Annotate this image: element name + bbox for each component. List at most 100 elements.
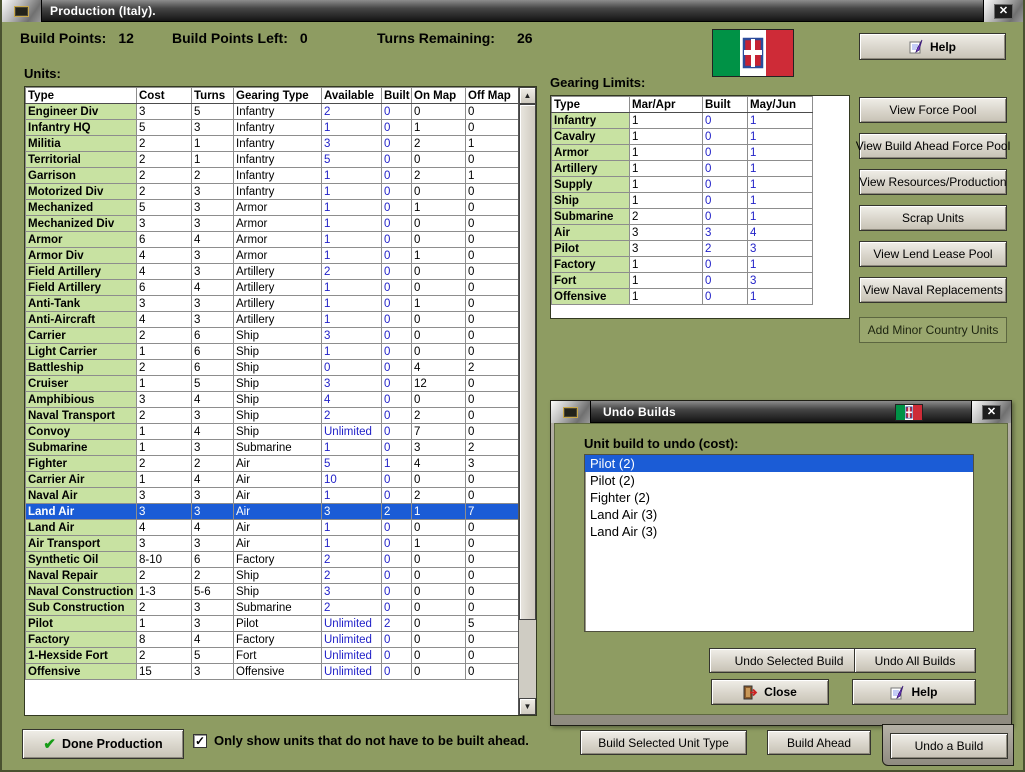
row-type-cell[interactable]: Cruiser: [25, 375, 137, 392]
row-value-cell[interactable]: 0: [465, 647, 519, 664]
undo-list-item[interactable]: Fighter (2): [585, 489, 973, 506]
row-type-cell[interactable]: Sub Construction: [25, 599, 137, 616]
table-row[interactable]: Fighter 2 2 Air 5 1 4 3: [25, 455, 519, 472]
row-value-cell[interactable]: 1: [411, 535, 466, 552]
row-value-cell[interactable]: 0: [411, 471, 466, 488]
row-value-cell[interactable]: 0: [702, 176, 748, 193]
row-value-cell[interactable]: 1: [629, 112, 703, 129]
row-value-cell[interactable]: 1: [629, 176, 703, 193]
row-value-cell[interactable]: 6: [191, 359, 234, 376]
row-value-cell[interactable]: Unlimited: [321, 647, 382, 664]
row-value-cell[interactable]: 2: [411, 487, 466, 504]
row-value-cell[interactable]: 2: [191, 455, 234, 472]
row-value-cell[interactable]: 2: [411, 135, 466, 152]
row-value-cell[interactable]: 2: [136, 151, 192, 168]
row-value-cell[interactable]: 1: [136, 375, 192, 392]
row-value-cell[interactable]: 0: [465, 327, 519, 344]
row-value-cell[interactable]: 0: [411, 215, 466, 232]
row-value-cell[interactable]: 0: [381, 423, 412, 440]
row-value-cell[interactable]: 0: [381, 391, 412, 408]
row-value-cell[interactable]: 2: [136, 135, 192, 152]
row-value-cell[interactable]: 0: [411, 327, 466, 344]
side-button-view-build-ahead-force-pool[interactable]: View Build Ahead Force Pool: [856, 133, 1010, 159]
row-value-cell[interactable]: 4: [191, 279, 234, 296]
row-value-cell[interactable]: 0: [465, 343, 519, 360]
row-value-cell[interactable]: 0: [381, 647, 412, 664]
dialog-menu-corner[interactable]: [551, 401, 591, 423]
row-value-cell[interactable]: 3: [191, 295, 234, 312]
table-row[interactable]: Factory 8 4 Factory Unlimited 0 0 0: [25, 631, 519, 648]
row-value-cell[interactable]: 1: [321, 199, 382, 216]
row-value-cell[interactable]: 3: [136, 295, 192, 312]
row-value-cell[interactable]: 0: [381, 119, 412, 136]
table-row[interactable]: Factory 1 0 1: [551, 256, 813, 273]
row-value-cell[interactable]: Ship: [233, 567, 322, 584]
row-value-cell[interactable]: 0: [381, 439, 412, 456]
row-value-cell[interactable]: 1: [747, 144, 813, 161]
row-value-cell[interactable]: Armor: [233, 231, 322, 248]
row-type-cell[interactable]: Naval Construction: [25, 583, 137, 600]
row-value-cell[interactable]: 0: [321, 359, 382, 376]
row-value-cell[interactable]: 1: [629, 160, 703, 177]
row-value-cell[interactable]: 2: [136, 183, 192, 200]
row-type-cell[interactable]: Pilot: [25, 615, 137, 632]
row-value-cell[interactable]: 0: [465, 295, 519, 312]
row-value-cell[interactable]: 0: [411, 183, 466, 200]
row-value-cell[interactable]: 0: [381, 231, 412, 248]
table-row[interactable]: Submarine 2 0 1: [551, 208, 813, 225]
row-value-cell[interactable]: 0: [381, 567, 412, 584]
row-value-cell[interactable]: 7: [411, 423, 466, 440]
row-value-cell[interactable]: 4: [136, 263, 192, 280]
row-value-cell[interactable]: 2: [411, 167, 466, 184]
row-value-cell[interactable]: 4: [747, 224, 813, 241]
table-row[interactable]: Carrier Air 1 4 Air 10 0 0 0: [25, 471, 519, 488]
row-value-cell[interactable]: 0: [411, 103, 466, 120]
table-row[interactable]: Mechanized 5 3 Armor 1 0 1 0: [25, 199, 519, 216]
row-value-cell[interactable]: 0: [702, 160, 748, 177]
row-value-cell[interactable]: 2: [381, 615, 412, 632]
row-value-cell[interactable]: 2: [702, 240, 748, 257]
row-value-cell[interactable]: 3: [136, 391, 192, 408]
table-row[interactable]: Supply 1 0 1: [551, 176, 813, 193]
row-value-cell[interactable]: 4: [191, 519, 234, 536]
units-scrollbar[interactable]: ▲ ▼: [518, 87, 536, 715]
undo-list-item[interactable]: Pilot (2): [585, 472, 973, 489]
row-value-cell[interactable]: 3: [321, 327, 382, 344]
table-row[interactable]: Artillery 1 0 1: [551, 160, 813, 177]
row-value-cell[interactable]: 1: [191, 151, 234, 168]
side-button-view-force-pool[interactable]: View Force Pool: [859, 97, 1007, 123]
side-button-view-naval-replacements[interactable]: View Naval Replacements: [859, 277, 1007, 303]
row-value-cell[interactable]: 0: [702, 128, 748, 145]
row-value-cell[interactable]: 2: [321, 103, 382, 120]
undo-a-build-button[interactable]: Undo a Build: [890, 733, 1008, 759]
row-type-cell[interactable]: Convoy: [25, 423, 137, 440]
row-value-cell[interactable]: 1: [747, 192, 813, 209]
row-type-cell[interactable]: Artillery: [551, 160, 630, 177]
row-value-cell[interactable]: 3: [321, 503, 382, 520]
row-value-cell[interactable]: 0: [465, 215, 519, 232]
row-type-cell[interactable]: Carrier: [25, 327, 137, 344]
row-value-cell[interactable]: 6: [136, 279, 192, 296]
row-value-cell[interactable]: 0: [465, 663, 519, 680]
row-value-cell[interactable]: Ship: [233, 423, 322, 440]
row-type-cell[interactable]: Engineer Div: [25, 103, 137, 120]
row-value-cell[interactable]: 3: [702, 224, 748, 241]
row-value-cell[interactable]: 1: [321, 231, 382, 248]
row-value-cell[interactable]: 3: [191, 439, 234, 456]
table-row[interactable]: Infantry 1 0 1: [551, 112, 813, 129]
row-value-cell[interactable]: Pilot: [233, 615, 322, 632]
row-value-cell[interactable]: 0: [381, 263, 412, 280]
dialog-close-corner[interactable]: ✕: [971, 401, 1011, 423]
row-value-cell[interactable]: 1: [629, 192, 703, 209]
row-value-cell[interactable]: 3: [191, 311, 234, 328]
row-value-cell[interactable]: 0: [411, 567, 466, 584]
table-row[interactable]: Mechanized Div 3 3 Armor 1 0 0 0: [25, 215, 519, 232]
row-value-cell[interactable]: 3: [191, 199, 234, 216]
row-value-cell[interactable]: Submarine: [233, 439, 322, 456]
row-value-cell[interactable]: 1: [191, 135, 234, 152]
row-type-cell[interactable]: Infantry HQ: [25, 119, 137, 136]
row-type-cell[interactable]: Submarine: [25, 439, 137, 456]
row-value-cell[interactable]: 4: [191, 423, 234, 440]
table-row[interactable]: Land Air 4 4 Air 1 0 0 0: [25, 519, 519, 536]
table-row[interactable]: Battleship 2 6 Ship 0 0 4 2: [25, 359, 519, 376]
